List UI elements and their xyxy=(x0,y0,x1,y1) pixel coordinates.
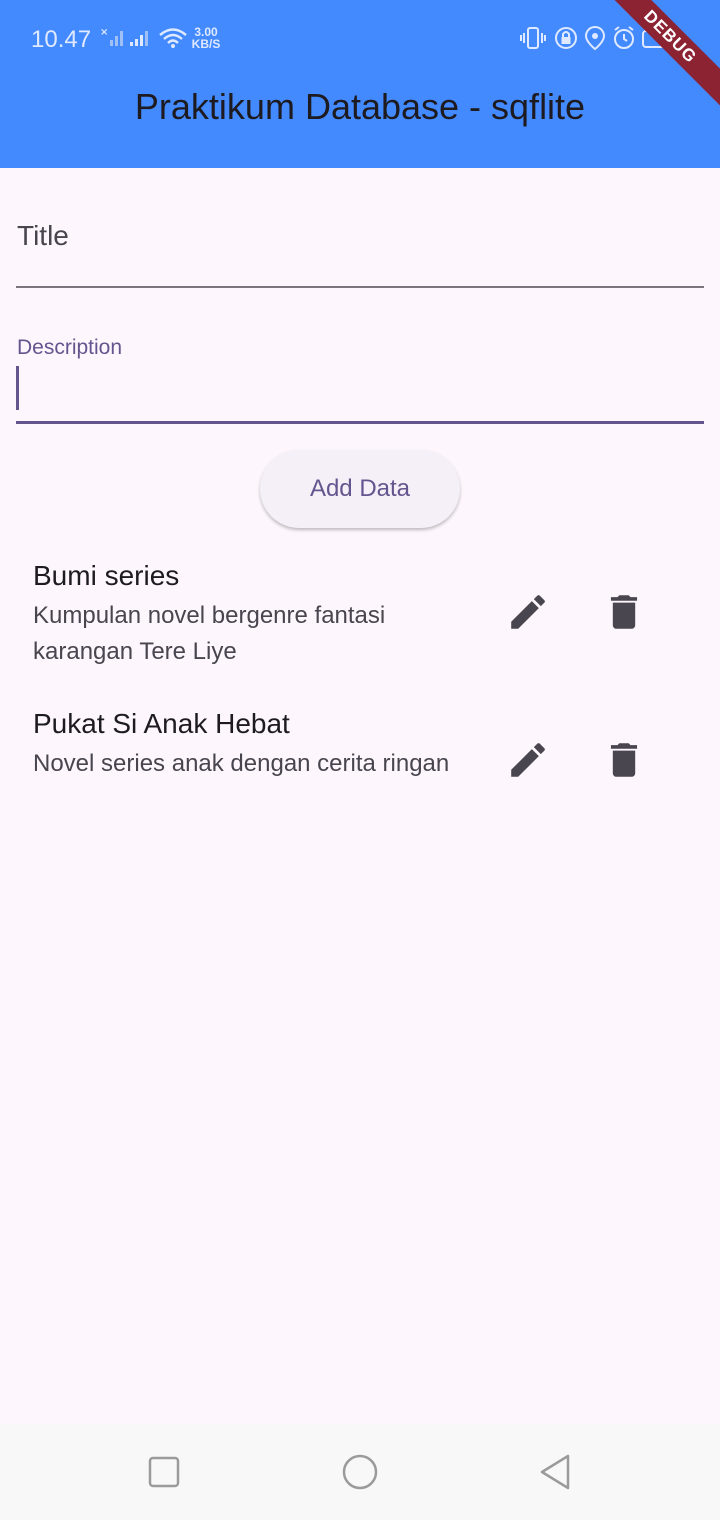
title-input[interactable]: Title xyxy=(16,200,704,290)
status-bar: 10.47 × 3.00 KB/S xyxy=(0,0,720,76)
lock-icon xyxy=(555,27,577,49)
vibrate-icon xyxy=(520,27,546,49)
alarm-icon xyxy=(614,26,634,49)
list-item[interactable]: Bumi series Kumpulan novel bergenre fant… xyxy=(0,548,720,688)
triangle-back-icon[interactable] xyxy=(534,1450,578,1494)
item-description: Kumpulan novel bergenre fantasi karangan… xyxy=(33,602,386,665)
list-item[interactable]: Pukat Si Anak Hebat Novel series anak de… xyxy=(0,696,720,836)
delete-button[interactable] xyxy=(596,732,652,788)
net-speed: 3.00 KB/S xyxy=(190,26,222,50)
system-nav-bar xyxy=(0,1424,720,1520)
title-input-underline xyxy=(16,286,704,288)
square-icon[interactable] xyxy=(142,1450,186,1494)
app-bar: 10.47 × 3.00 KB/S DEBUG Praktikum Databa… xyxy=(0,0,720,168)
edit-button[interactable] xyxy=(500,732,556,788)
item-description: Novel series anak dengan cerita ringan xyxy=(33,750,450,777)
pencil-icon xyxy=(511,743,545,777)
trash-icon xyxy=(610,595,638,629)
svg-text:×: × xyxy=(100,27,108,38)
signal-sim2-icon xyxy=(130,31,148,46)
status-time: 10.47 xyxy=(31,26,92,53)
item-title: Pukat Si Anak Hebat xyxy=(33,708,290,739)
delete-button[interactable] xyxy=(596,584,652,640)
description-input[interactable]: Description xyxy=(16,330,704,426)
net-speed-unit: KB/S xyxy=(191,37,221,51)
page-title: Praktikum Database - sqflite xyxy=(134,86,586,127)
edit-button[interactable] xyxy=(500,584,556,640)
text-cursor xyxy=(16,366,19,410)
description-input-underline xyxy=(16,421,704,424)
wifi-icon xyxy=(159,28,187,48)
description-input-label: Description xyxy=(17,336,123,359)
signal-sim1-icon: × xyxy=(100,27,123,46)
location-icon xyxy=(584,25,606,51)
pencil-icon xyxy=(511,595,545,629)
circle-icon[interactable] xyxy=(338,1450,382,1494)
item-title: Bumi series xyxy=(33,560,180,591)
trash-icon xyxy=(610,743,638,777)
title-input-label: Title xyxy=(17,220,69,251)
add-data-button[interactable]: Add Data xyxy=(260,450,460,528)
